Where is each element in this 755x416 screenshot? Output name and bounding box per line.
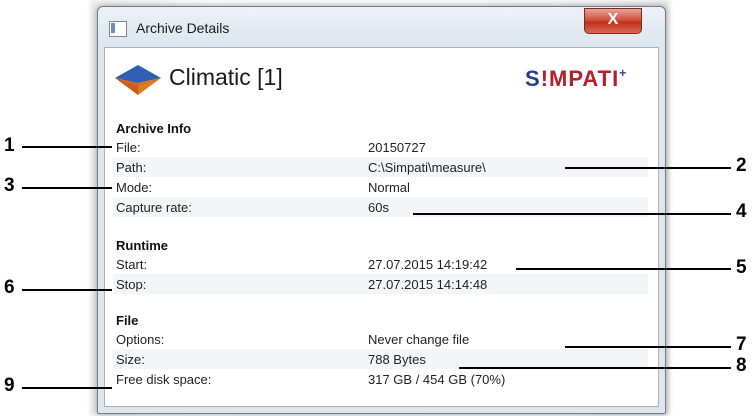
label-mode: Mode: <box>116 180 153 195</box>
row-free-disk-space: Free disk space: 317 GB / 454 GB (70%) <box>113 369 648 389</box>
callout-2-line <box>565 167 731 169</box>
label-file: File: <box>116 140 141 155</box>
brand-rest: MPATI <box>549 66 620 91</box>
callout-8: 8 <box>736 355 747 376</box>
device-title: Climatic [1] <box>169 64 283 90</box>
callout-9-line <box>22 387 112 389</box>
value-file: 20150727 <box>368 140 426 155</box>
label-start: Start: <box>116 257 148 272</box>
callout-2: 2 <box>736 155 747 176</box>
window-icon <box>109 21 127 37</box>
callout-9: 9 <box>4 375 15 396</box>
row-stop: Stop: 27.07.2015 14:14:48 <box>113 274 648 294</box>
callout-3: 3 <box>4 175 15 196</box>
callout-1: 1 <box>4 135 15 156</box>
brand-i: ! <box>540 66 550 91</box>
label-capture-rate: Capture rate: <box>116 200 192 215</box>
callout-4: 4 <box>736 201 747 222</box>
archive-details-window: Archive Details X Climatic [1] S!MPATI+ … <box>97 6 666 414</box>
callout-7: 7 <box>736 334 747 355</box>
close-button[interactable]: X <box>584 8 642 34</box>
label-free-disk-space: Free disk space: <box>116 372 212 387</box>
callout-3-line <box>22 187 112 189</box>
callout-5: 5 <box>736 257 747 278</box>
details-panel: Climatic [1] S!MPATI+ Archive Info File:… <box>104 47 659 407</box>
value-start: 27.07.2015 14:19:42 <box>368 257 488 272</box>
brand-mark: + <box>619 66 628 80</box>
value-stop: 27.07.2015 14:14:48 <box>368 277 488 292</box>
row-start: Start: 27.07.2015 14:19:42 <box>113 254 648 274</box>
callout-6: 6 <box>4 277 15 298</box>
callout-6-line <box>22 289 112 291</box>
callout-8-line <box>459 367 731 369</box>
section-runtime: Runtime <box>116 238 168 253</box>
value-free-disk-space: 317 GB / 454 GB (70%) <box>368 372 506 387</box>
callout-7-line <box>565 346 731 348</box>
value-capture-rate: 60s <box>368 200 389 215</box>
callout-1-line <box>22 146 112 148</box>
callout-4-line <box>413 213 731 215</box>
section-file: File <box>116 313 139 328</box>
label-path: Path: <box>116 160 147 175</box>
simpati-logo: S!MPATI+ <box>525 66 627 92</box>
value-size: 788 Bytes <box>368 352 426 367</box>
label-size: Size: <box>116 352 145 367</box>
row-mode: Mode: Normal <box>113 177 648 197</box>
label-options: Options: <box>116 332 165 347</box>
row-size: Size: 788 Bytes <box>113 349 648 369</box>
title-bar[interactable]: Archive Details X <box>98 7 665 47</box>
callout-5-line <box>516 268 731 270</box>
label-stop: Stop: <box>116 277 147 292</box>
value-options: Never change file <box>368 332 470 347</box>
row-file: File: 20150727 <box>113 137 648 157</box>
climatic-logo-icon <box>115 65 161 95</box>
value-mode: Normal <box>368 180 410 195</box>
window-title: Archive Details <box>136 20 230 36</box>
value-path: C:\Simpati\measure\ <box>368 160 486 175</box>
section-archive-info: Archive Info <box>116 121 192 136</box>
brand-s: S <box>525 66 541 91</box>
